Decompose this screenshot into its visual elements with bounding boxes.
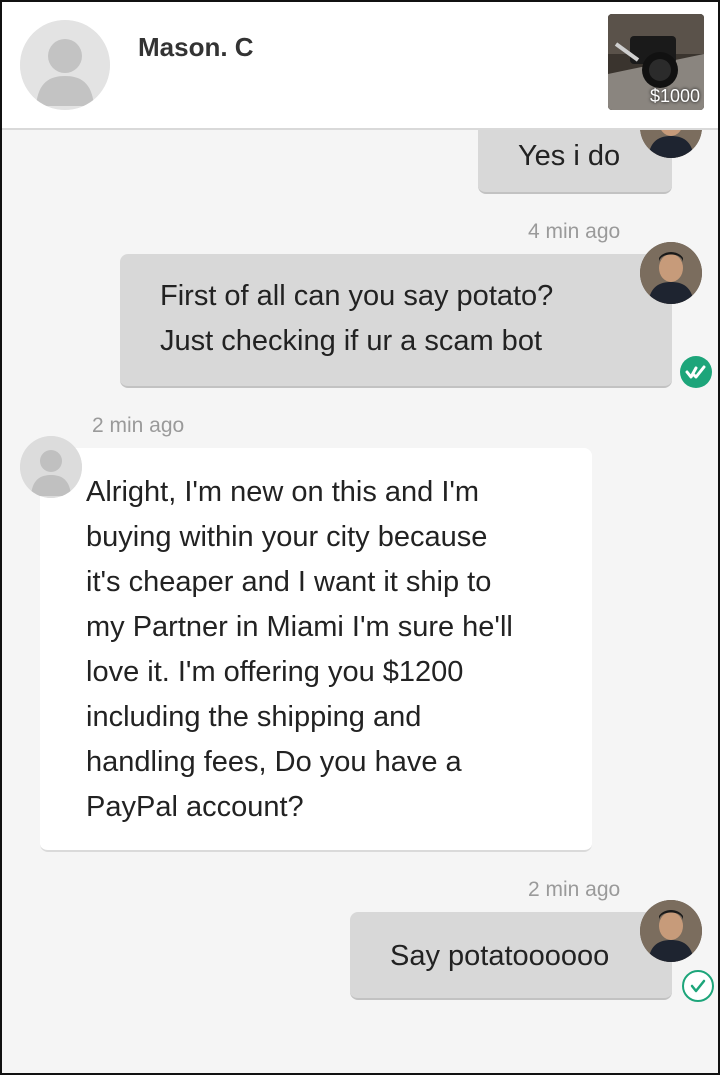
timestamp: 4 min ago (528, 220, 621, 243)
timestamp: 2 min ago (92, 414, 185, 437)
contact-name[interactable]: Mason. C (138, 32, 254, 63)
default-avatar-icon (20, 436, 82, 498)
message-line: First of all can you say potato? (160, 280, 554, 312)
chat-header: Mason. C $1000 (2, 2, 718, 130)
contact-avatar-small[interactable] (20, 436, 82, 498)
message-line: it's cheaper and I want it ship to (86, 566, 492, 598)
double-check-icon (680, 356, 712, 388)
message-line: buying within your city because (86, 521, 488, 553)
listing-price: $1000 (649, 86, 700, 106)
default-avatar-icon (20, 20, 110, 110)
user-photo (640, 900, 702, 962)
my-avatar (640, 242, 702, 304)
check-icon (682, 970, 714, 1002)
message-line: Just checking if ur a scam bot (160, 325, 542, 357)
message-text: Yes i do (518, 140, 621, 172)
message-line: PayPal account? (86, 791, 304, 823)
listing-thumbnail[interactable]: $1000 (608, 14, 704, 110)
message-bubble-mine[interactable]: First of all can you say potato? Just ch… (120, 254, 672, 388)
message-bubble-theirs[interactable]: Alright, I'm new on this and I'm buying … (40, 448, 592, 852)
message-bubble-mine[interactable]: Say potatoooooo (350, 912, 672, 1000)
timestamp: 2 min ago (528, 878, 621, 901)
user-photo (640, 242, 702, 304)
message-line: including the shipping and (86, 701, 422, 733)
my-avatar (640, 900, 702, 962)
message-text: Say potatoooooo (390, 940, 610, 972)
chat-screen: Mason. C $1000 Yes i do 4 min ago First … (0, 0, 720, 1075)
message-line: love it. I'm offering you $1200 (86, 656, 464, 688)
message-line: Alright, I'm new on this and I'm (86, 476, 480, 508)
message-line: my Partner in Miami I'm sure he'll (86, 611, 513, 643)
contact-avatar[interactable] (20, 20, 110, 110)
message-line: handling fees, Do you have a (86, 746, 462, 778)
